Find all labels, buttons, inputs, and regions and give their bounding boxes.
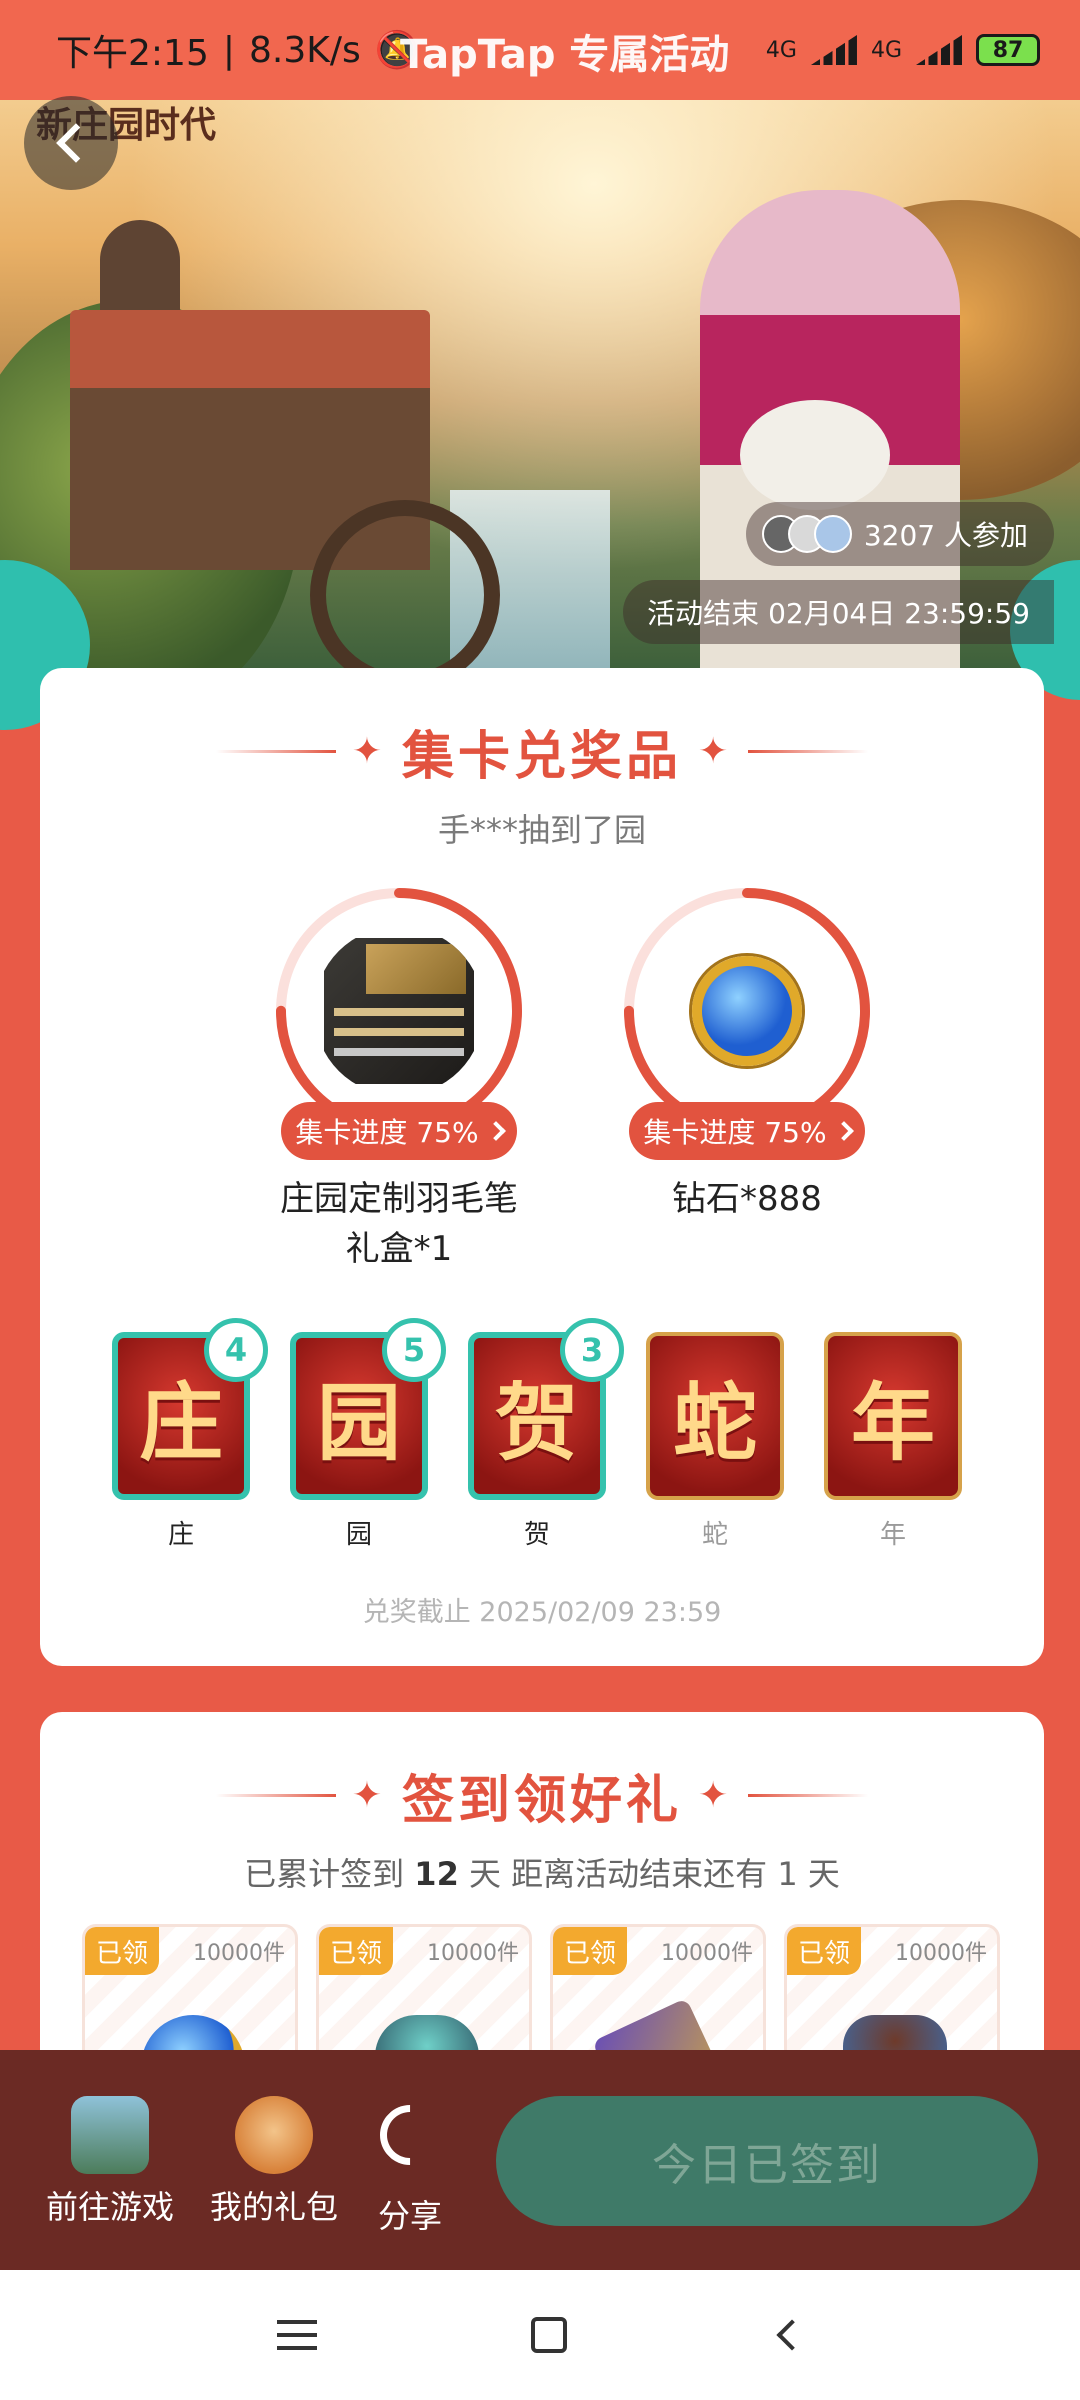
bottom-action-bar: 前往游戏 我的礼包 分享 今日已签到 [0, 2050, 1080, 2270]
game-app-icon [71, 2096, 149, 2174]
lucky-draw-ticker: 手***抽到了园 [437, 811, 646, 849]
progress-button[interactable]: 集卡进度 75% [629, 1102, 865, 1160]
chevron-right-icon [485, 1121, 506, 1141]
checkin-summary: 已累计签到 12 天 距离活动结束还有 1 天 [244, 1855, 840, 1893]
diamond-image [662, 926, 832, 1096]
back-button[interactable] [24, 96, 118, 190]
quill-gift-box-image [314, 926, 484, 1096]
participants-count: 3207 人参加 [863, 519, 1028, 552]
share-icon [367, 2092, 453, 2178]
progress-ring [274, 886, 524, 1136]
reward-quantity: 10000件 [427, 1941, 519, 1966]
my-gifts-button[interactable]: 我的礼包 [204, 2096, 344, 2228]
battery-icon: 87 [976, 34, 1040, 66]
chevron-right-icon [833, 1121, 854, 1141]
status-speed: 8.3K/s [248, 29, 361, 71]
character-cards: 庄 4 庄 园 5 园 贺 3 贺 蛇 蛇 年 年 [112, 1318, 962, 1551]
status-bar: 下午2:15 | 8.3K/s 🔕 TapTap 专属活动 4G 4G 87 [0, 0, 1080, 100]
sparkle-icon: ✦ [698, 1775, 733, 1816]
card-count-badge: 4 [204, 1318, 268, 1382]
signal-icon [810, 35, 857, 65]
reward-quantity: 10000件 [661, 1941, 753, 1966]
status-time: 下午2:15 [56, 33, 209, 74]
sparkle-icon: ✦ [698, 731, 733, 772]
prize-list: 集卡进度 75% 庄园定制羽毛笔礼盒*1 集卡进度 75% 钻石*888 [40, 886, 1044, 1269]
sparkle-icon: ✦ [351, 1775, 386, 1816]
char-card-he[interactable]: 贺 3 贺 [468, 1318, 624, 1551]
checkin-days: 12 [414, 1855, 459, 1893]
overlay-title: TapTap 专属活动 [400, 32, 730, 78]
progress-button[interactable]: 集卡进度 75% [281, 1102, 517, 1160]
network-label-2: 4G [870, 37, 902, 63]
char-card-zhuang[interactable]: 庄 4 庄 [112, 1318, 268, 1551]
participant-avatars [761, 515, 852, 553]
participants-badge: 3207 人参加 [745, 502, 1054, 566]
menu-icon[interactable] [277, 2320, 317, 2350]
sparkle-icon: ✦ [351, 731, 386, 772]
gift-avatar-icon [235, 2096, 313, 2174]
prize-name: 庄园定制羽毛笔礼盒*1 [280, 1179, 518, 1269]
signal-icon [916, 35, 962, 65]
chevron-left-icon [56, 123, 96, 163]
water-wheel-illustration [310, 500, 500, 680]
reward-quantity: 10000件 [895, 1941, 987, 1966]
home-icon[interactable] [531, 2317, 567, 2353]
checked-in-today-button[interactable]: 今日已签到 [496, 2096, 1038, 2226]
prize-name: 钻石*888 [672, 1179, 822, 1219]
char-card-yuan[interactable]: 园 5 园 [290, 1318, 446, 1551]
system-nav-bar [0, 2270, 1080, 2400]
claimed-tag: 已领 [85, 1927, 159, 1975]
redeem-deadline: 兑奖截止 2025/02/09 23:59 [362, 1597, 722, 1628]
char-card-nian[interactable]: 年 年 [824, 1332, 962, 1551]
section-title: ✦ 集卡兑奖品 ✦ [40, 668, 1044, 789]
activity-end-time: 活动结束 02月04日 23:59:59 [623, 580, 1054, 644]
claimed-tag: 已领 [319, 1927, 393, 1975]
share-button[interactable]: 分享 [360, 2092, 460, 2237]
back-icon[interactable] [776, 2319, 808, 2351]
go-to-game-button[interactable]: 前往游戏 [40, 2096, 180, 2228]
claimed-tag: 已领 [787, 1927, 861, 1975]
char-card-she[interactable]: 蛇 蛇 [646, 1332, 784, 1551]
prize-item[interactable]: 集卡进度 75% 钻石*888 [612, 886, 882, 1224]
network-label-1: 4G [765, 37, 797, 63]
progress-ring [622, 886, 872, 1136]
prize-item[interactable]: 集卡进度 75% 庄园定制羽毛笔礼盒*1 [264, 886, 534, 1274]
section-title: ✦ 签到领好礼 ✦ [40, 1712, 1044, 1833]
reward-quantity: 10000件 [193, 1941, 285, 1966]
claimed-tag: 已领 [553, 1927, 627, 1975]
card-count-badge: 3 [560, 1318, 624, 1382]
collect-cards-card: ✦ 集卡兑奖品 ✦ 手***抽到了园 集卡进度 75% 庄园定制羽毛笔礼盒*1 [40, 668, 1044, 1666]
card-count-badge: 5 [382, 1318, 446, 1382]
